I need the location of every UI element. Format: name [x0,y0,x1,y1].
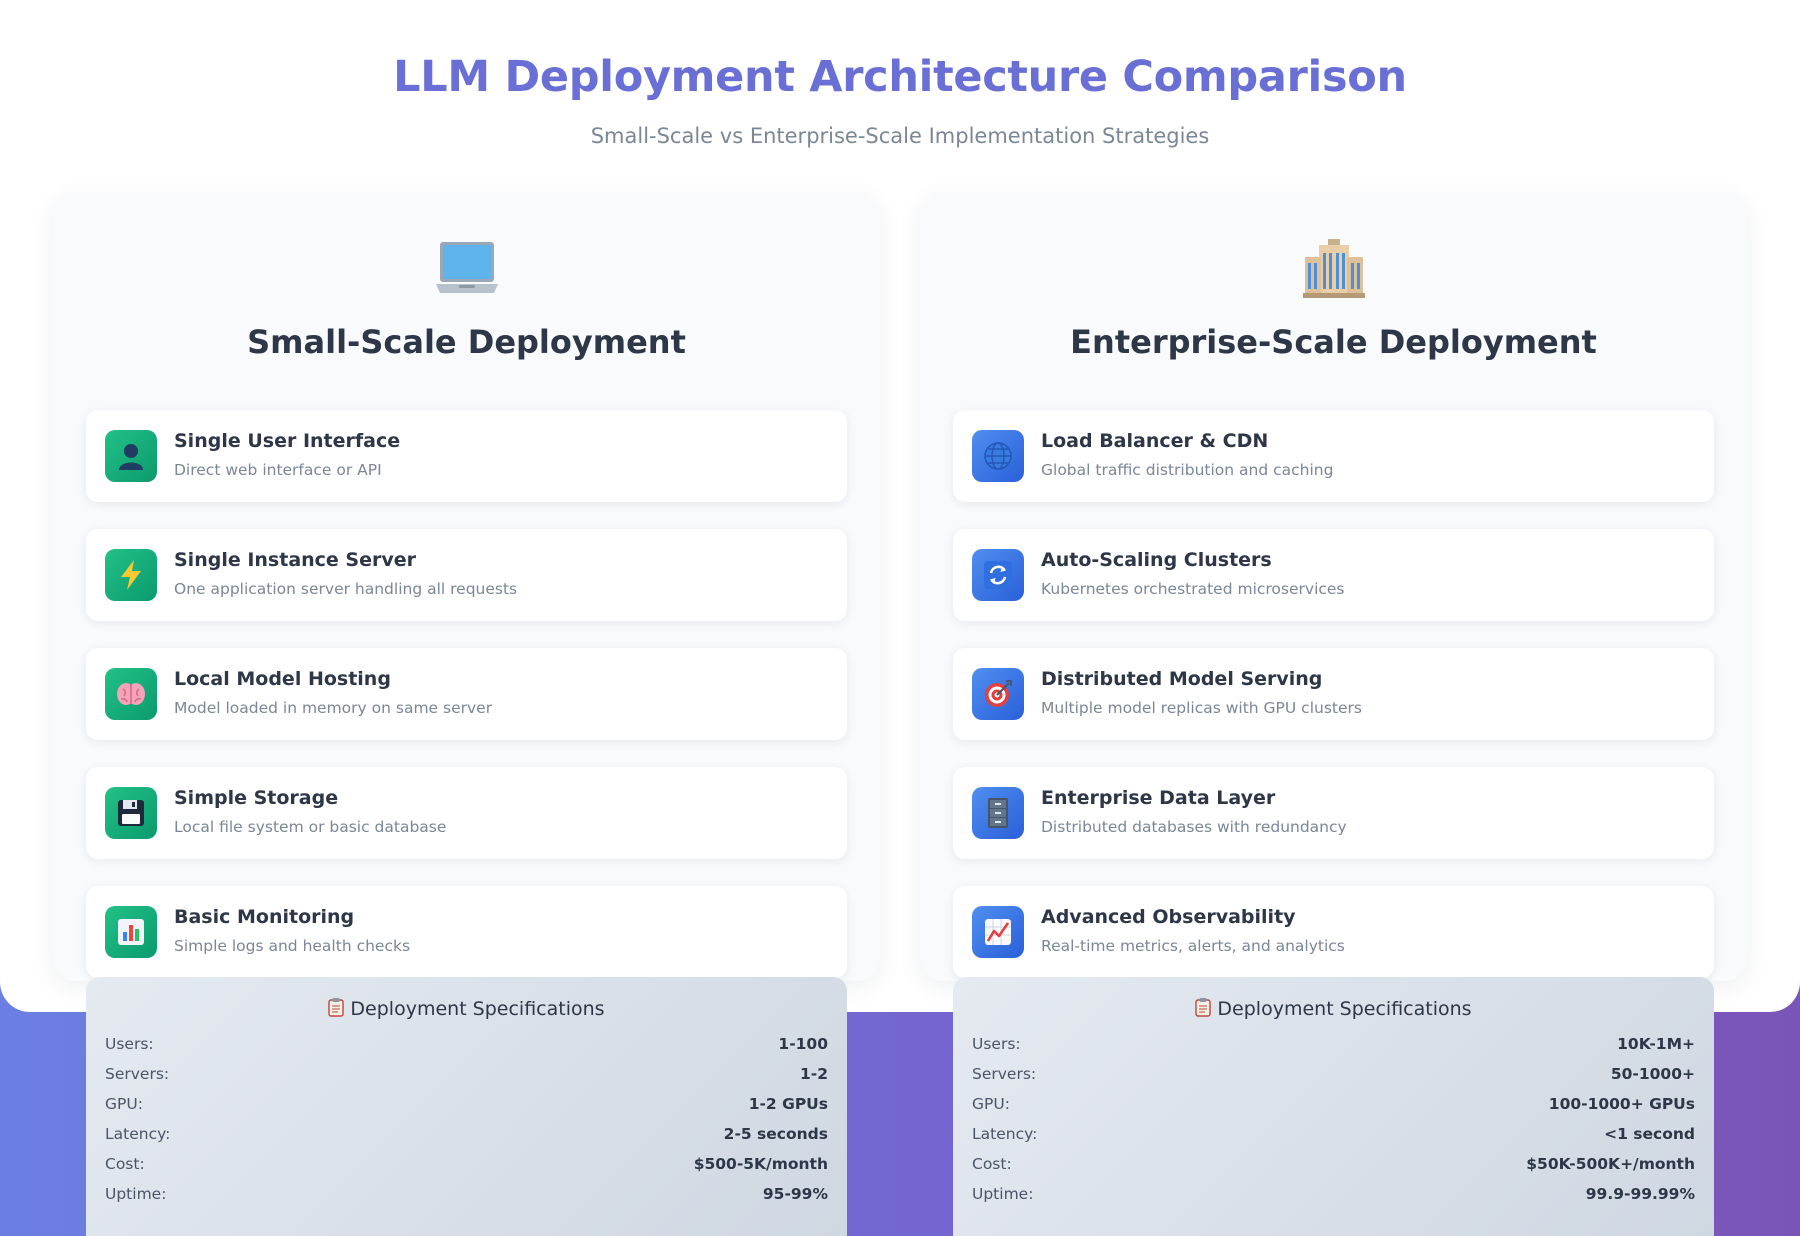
target-icon [972,668,1024,720]
feature-card-enterprise-data-layer: Enterprise Data Layer Distributed databa… [953,767,1714,859]
feature-description: Real-time metrics, alerts, and analytics [1041,937,1345,955]
clipboard-icon [1195,997,1212,1022]
brain-icon [105,668,157,720]
spec-value: 100-1000+ GPUs [1548,1095,1695,1113]
spec-value: <1 second [1604,1125,1695,1143]
spec-row-latency: Latency: <1 second [972,1125,1695,1155]
feature-description: Model loaded in memory on same server [174,699,493,717]
spec-label: Users: [105,1035,154,1053]
spec-label: Latency: [972,1125,1038,1143]
feature-title: Single User Interface [174,430,401,452]
spec-label: Cost: [972,1155,1012,1173]
spec-value: 1-100 [778,1035,828,1053]
spec-value: 95-99% [762,1185,828,1203]
spec-row-users: Users: 1-100 [105,1035,828,1065]
page-subtitle: Small-Scale vs Enterprise-Scale Implemen… [590,124,1210,148]
spec-value: 50-1000+ [1610,1065,1695,1083]
feature-title: Local Model Hosting [174,668,391,690]
feature-title: Simple Storage [174,787,339,809]
file-cabinet-icon [972,787,1024,839]
feature-description: Global traffic distribution and caching [1041,461,1334,479]
spec-label: Uptime: [972,1185,1034,1203]
spec-row-gpu: GPU: 100-1000+ GPUs [972,1095,1695,1125]
spec-row-uptime: Uptime: 99.9-99.99% [972,1185,1695,1215]
spec-label: Servers: [105,1065,170,1083]
feature-card-load-balancer-cdn: Load Balancer & CDN Global traffic distr… [953,410,1714,502]
feature-title: Load Balancer & CDN [1041,430,1269,452]
refresh-arrows-icon [972,549,1024,601]
feature-card-basic-monitoring: Basic Monitoring Simple logs and health … [86,886,847,978]
feature-card-distributed-model-serving: Distributed Model Serving Multiple model… [953,648,1714,740]
clipboard-icon [328,997,345,1022]
feature-card-single-instance-server: Single Instance Server One application s… [86,529,847,621]
spec-row-servers: Servers: 50-1000+ [972,1065,1695,1095]
spec-value: $500-5K/month [693,1155,828,1173]
feature-description: Direct web interface or API [174,461,382,479]
spec-row-servers: Servers: 1-2 [105,1065,828,1095]
enterprise-scale-title: Enterprise-Scale Deployment [1070,323,1597,361]
spec-row-cost: Cost: $50K-500K+/month [972,1155,1695,1185]
small-scale-specifications: Deployment Specifications Users: 1-100 Se… [86,977,847,1236]
feature-title: Enterprise Data Layer [1041,787,1276,809]
feature-card-simple-storage: Simple Storage Local file system or basi… [86,767,847,859]
feature-title: Advanced Observability [1041,906,1296,928]
feature-title: Auto-Scaling Clusters [1041,549,1272,571]
spec-value: 10K-1M+ [1617,1035,1695,1053]
spec-value: $50K-500K+/month [1526,1155,1695,1173]
spec-label: Servers: [972,1065,1037,1083]
spec-row-cost: Cost: $500-5K/month [105,1155,828,1185]
spec-value: 2-5 seconds [723,1125,828,1143]
small-scale-column: Small-Scale Deployment Single User Inter… [53,193,880,981]
feature-title: Distributed Model Serving [1041,668,1323,690]
laptop-icon [53,235,880,301]
office-building-icon [920,235,1747,301]
bar-chart-icon [105,906,157,958]
feature-description: Local file system or basic database [174,818,447,836]
feature-title: Single Instance Server [174,549,417,571]
specifications-title: Deployment Specifications [953,997,1714,1022]
spec-row-latency: Latency: 2-5 seconds [105,1125,828,1155]
lightning-icon [105,549,157,601]
small-scale-title: Small-Scale Deployment [247,323,686,361]
spec-row-gpu: GPU: 1-2 GPUs [105,1095,828,1125]
globe-icon [972,430,1024,482]
spec-label: GPU: [972,1095,1010,1113]
spec-row-users: Users: 10K-1M+ [972,1035,1695,1065]
feature-card-auto-scaling-clusters: Auto-Scaling Clusters Kubernetes orchest… [953,529,1714,621]
user-silhouette-icon [105,430,157,482]
spec-value: 1-2 GPUs [748,1095,828,1113]
spec-value: 1-2 [799,1065,828,1083]
spec-label: GPU: [105,1095,143,1113]
spec-row-uptime: Uptime: 95-99% [105,1185,828,1215]
feature-description: Simple logs and health checks [174,937,411,955]
feature-card-local-model-hosting: Local Model Hosting Model loaded in memo… [86,648,847,740]
feature-card-single-user-interface: Single User Interface Direct web interfa… [86,410,847,502]
specifications-title: Deployment Specifications [86,997,847,1022]
spec-label: Cost: [105,1155,145,1173]
spec-label: Uptime: [105,1185,167,1203]
spec-label: Users: [972,1035,1021,1053]
enterprise-scale-specifications: Deployment Specifications Users: 10K-1M+ … [953,977,1714,1236]
spec-label: Latency: [105,1125,171,1143]
page-title: LLM Deployment Architecture Comparison [393,52,1407,102]
feature-description: Distributed databases with redundancy [1041,818,1347,836]
feature-description: Kubernetes orchestrated microservices [1041,580,1345,598]
floppy-disk-icon [105,787,157,839]
feature-card-advanced-observability: Advanced Observability Real-time metrics… [953,886,1714,978]
feature-description: One application server handling all requ… [174,580,518,598]
trending-chart-icon [972,906,1024,958]
spec-value: 99.9-99.99% [1585,1185,1695,1203]
enterprise-scale-column: Enterprise-Scale Deployment Load Balance… [920,193,1747,981]
feature-description: Multiple model replicas with GPU cluster… [1041,699,1362,717]
feature-title: Basic Monitoring [174,906,355,928]
